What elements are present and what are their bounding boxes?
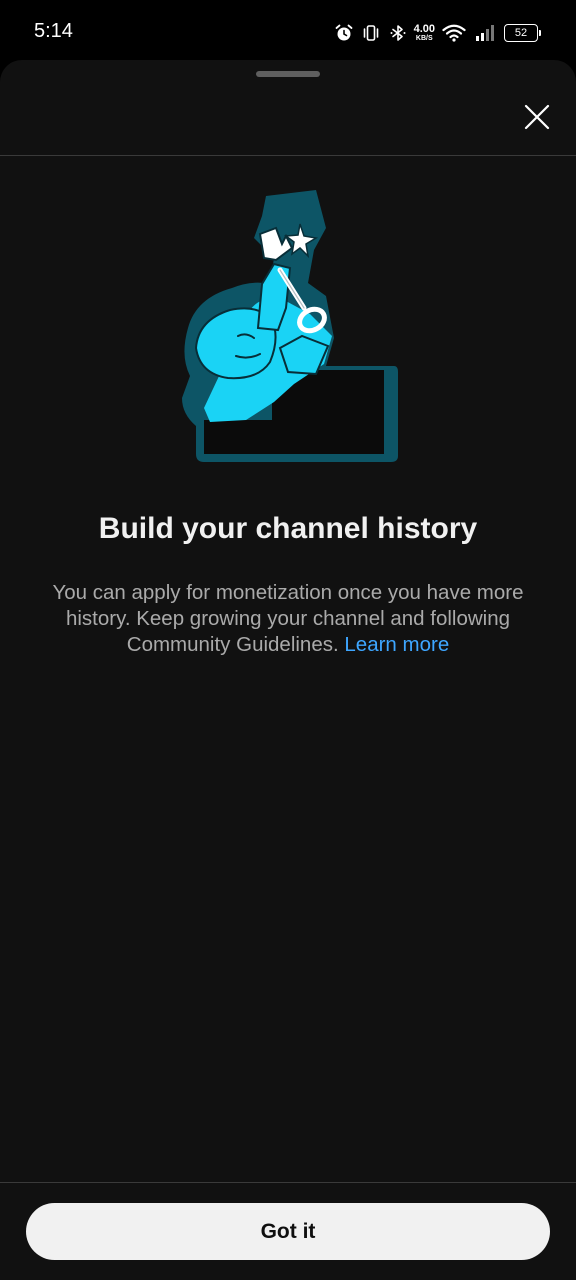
wifi-icon bbox=[442, 24, 466, 42]
vibrate-icon bbox=[362, 24, 380, 42]
alarm-icon bbox=[335, 24, 353, 42]
learn-more-link[interactable]: Learn more bbox=[344, 633, 449, 656]
status-icons: 4.00 KB/S 52 bbox=[335, 20, 541, 46]
sheet-description: You can apply for monetization once you … bbox=[30, 580, 546, 658]
description-text: You can apply for monetization once you … bbox=[52, 581, 524, 656]
battery-level: 52 bbox=[514, 27, 528, 39]
status-bar: 5:14 4.00 KB/S 52 bbox=[0, 0, 576, 60]
got-it-button[interactable]: Got it bbox=[26, 1203, 550, 1260]
net-speed-value: 4.00 bbox=[413, 23, 435, 35]
key-stairs-illustration bbox=[176, 188, 400, 463]
drag-handle[interactable] bbox=[256, 71, 320, 77]
header-divider bbox=[0, 155, 576, 156]
net-speed: 4.00 KB/S bbox=[413, 23, 435, 43]
close-icon bbox=[524, 104, 550, 130]
net-speed-unit: KB/S bbox=[415, 35, 433, 42]
bluetooth-icon bbox=[389, 24, 407, 42]
bottom-sheet: Build your channel history You can apply… bbox=[0, 60, 576, 1280]
battery-icon: 52 bbox=[504, 24, 541, 42]
close-button[interactable] bbox=[515, 95, 559, 139]
signal-icon bbox=[475, 24, 495, 42]
sheet-title: Build your channel history bbox=[98, 512, 478, 545]
status-time: 5:14 bbox=[34, 20, 73, 42]
footer-divider bbox=[0, 1182, 576, 1183]
